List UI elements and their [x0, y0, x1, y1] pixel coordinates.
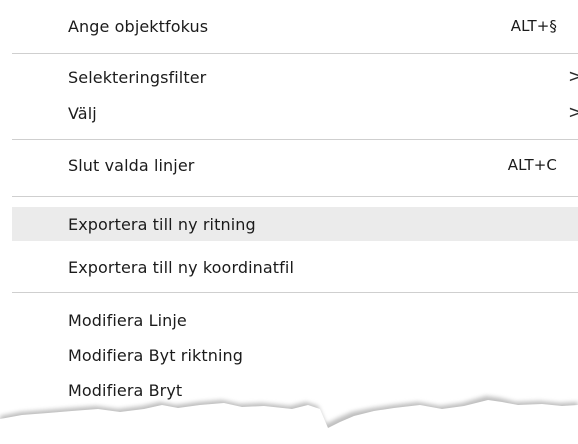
menu-item-exportera-ny-ritning[interactable]: Exportera till ny ritning [12, 207, 578, 241]
torn-paper-edge [0, 396, 578, 444]
menu-separator [12, 292, 578, 293]
menu-separator [12, 53, 578, 54]
menu-item-shortcut: ALT+§ [510, 17, 557, 35]
menu-item-label: Modifiera Byt riktning [68, 345, 244, 365]
chevron-right-icon: > [568, 66, 578, 87]
menu-item-selekteringsfilter[interactable]: Selekteringsfilter > [0, 60, 578, 94]
context-menu: Ange objektfokus ALT+§ Selekteringsfilte… [0, 0, 578, 444]
menu-item-modifiera-byt-riktning[interactable]: Modifiera Byt riktning [0, 338, 578, 372]
menu-item-label: Modifiera Linje [68, 310, 187, 330]
menu-item-slut-valda-linjer[interactable]: Slut valda linjer ALT+C [0, 148, 578, 182]
menu-separator [12, 139, 578, 140]
menu-item-label: Exportera till ny ritning [68, 214, 256, 234]
menu-item-valj[interactable]: Välj > [0, 96, 578, 130]
menu-item-shortcut: ALT+C [507, 156, 557, 174]
menu-item-exportera-ny-koordinatfil[interactable]: Exportera till ny koordinatfil [0, 250, 578, 284]
menu-item-label: Välj [68, 103, 97, 123]
menu-item-ange-objektfokus[interactable]: Ange objektfokus ALT+§ [0, 9, 578, 43]
menu-item-label: Slut valda linjer [68, 155, 195, 175]
menu-item-label: Exportera till ny koordinatfil [68, 257, 294, 277]
menu-separator [12, 196, 578, 197]
menu-item-label: Selekteringsfilter [68, 67, 207, 87]
menu-item-label: Ange objektfokus [68, 16, 209, 36]
chevron-right-icon: > [568, 102, 578, 123]
menu-item-modifiera-linje[interactable]: Modifiera Linje [0, 303, 578, 337]
